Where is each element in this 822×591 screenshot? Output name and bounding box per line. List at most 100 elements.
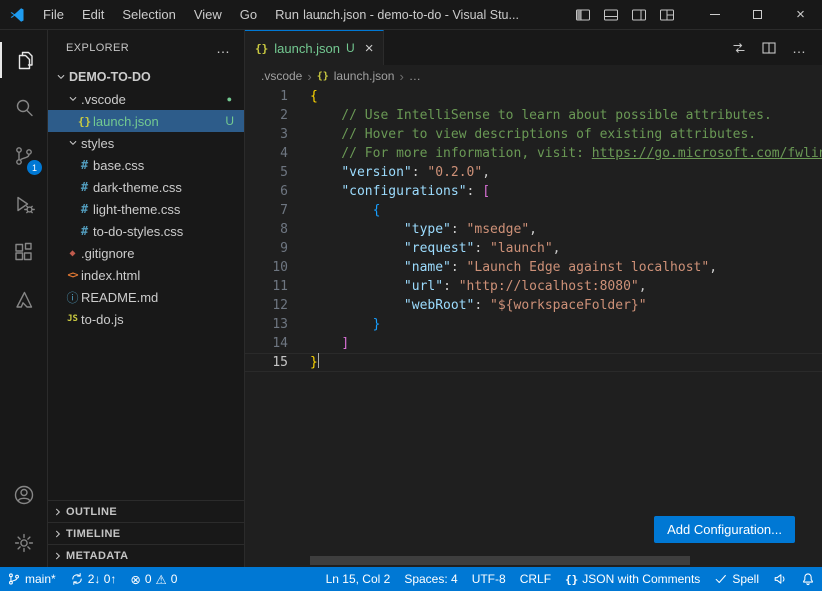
sidebar-panels: OUTLINETIMELINEMETADATA bbox=[48, 500, 244, 567]
activity-search[interactable] bbox=[0, 84, 47, 132]
tree-item-.vscode[interactable]: .vscode● bbox=[48, 88, 244, 110]
menu-view[interactable]: View bbox=[185, 0, 231, 29]
tree-item-label: to-do-styles.css bbox=[93, 224, 183, 239]
code-editor[interactable]: 1{2 // Use IntelliSense to learn about p… bbox=[245, 87, 822, 567]
cursor-position-status[interactable]: Ln 15, Col 2 bbox=[319, 567, 398, 591]
code-line-3[interactable]: 3 // Hover to view descriptions of exist… bbox=[245, 125, 822, 144]
close-button[interactable]: × bbox=[779, 0, 822, 29]
tree-item-readme.md[interactable]: ⓘREADME.md bbox=[48, 286, 244, 308]
add-configuration-button[interactable]: Add Configuration... bbox=[654, 516, 795, 543]
maximize-button[interactable] bbox=[736, 0, 779, 29]
line-number[interactable]: 2 bbox=[245, 106, 288, 125]
toggle-secondary-sidebar-icon[interactable] bbox=[627, 3, 651, 27]
code-line-4[interactable]: 4 // For more information, visit: https:… bbox=[245, 144, 822, 163]
tab-close-icon[interactable]: × bbox=[365, 40, 374, 57]
breadcrumb-more[interactable]: … bbox=[409, 69, 421, 83]
tree-item-to-do.js[interactable]: JSto-do.js bbox=[48, 308, 244, 330]
problems-status[interactable]: ⊗ 0 ⚠ 0 bbox=[123, 567, 184, 591]
minimize-button[interactable] bbox=[693, 0, 736, 29]
git-file-icon: ◆ bbox=[64, 248, 81, 259]
menu-edit[interactable]: Edit bbox=[73, 0, 113, 29]
line-number[interactable]: 5 bbox=[245, 163, 288, 182]
code-line-10[interactable]: 10 "name": "Launch Edge against localhos… bbox=[245, 258, 822, 277]
sync-status[interactable]: 2↓ 0↑ bbox=[63, 567, 124, 591]
activity-source-control[interactable]: 1 bbox=[0, 132, 47, 180]
tree-item-styles[interactable]: styles bbox=[48, 132, 244, 154]
tree-item-label: .vscode bbox=[81, 92, 126, 107]
code-line-8[interactable]: 8 "type": "msedge", bbox=[245, 220, 822, 239]
panel-timeline[interactable]: TIMELINE bbox=[48, 523, 244, 545]
line-number[interactable]: 4 bbox=[245, 144, 288, 163]
code-line-15[interactable]: 15} bbox=[245, 353, 822, 372]
menu-file[interactable]: File bbox=[34, 0, 73, 29]
tab-launch-json[interactable]: {} launch.json U × bbox=[245, 30, 384, 65]
activity-explorer[interactable] bbox=[0, 36, 47, 84]
line-number[interactable]: 8 bbox=[245, 220, 288, 239]
tab-bar: {} launch.json U × … bbox=[245, 30, 822, 65]
open-changes-icon[interactable] bbox=[728, 37, 750, 59]
line-number[interactable]: 3 bbox=[245, 125, 288, 144]
tree-item-dark-theme.css[interactable]: #dark-theme.css bbox=[48, 176, 244, 198]
code-line-6[interactable]: 6 "configurations": [ bbox=[245, 182, 822, 201]
line-number[interactable]: 1 bbox=[245, 87, 288, 106]
more-actions-icon[interactable]: … bbox=[216, 40, 230, 56]
notifications-status[interactable] bbox=[794, 567, 822, 591]
activity-azure[interactable] bbox=[0, 276, 47, 324]
menu-go[interactable]: Go bbox=[231, 0, 266, 29]
code-line-1[interactable]: 1{ bbox=[245, 87, 822, 106]
line-number[interactable]: 7 bbox=[245, 201, 288, 220]
activity-extensions[interactable] bbox=[0, 228, 47, 276]
activity-accounts[interactable] bbox=[0, 471, 47, 519]
tree-item-index.html[interactable]: <>index.html bbox=[48, 264, 244, 286]
menu-selection[interactable]: Selection bbox=[113, 0, 184, 29]
horizontal-scrollbar[interactable] bbox=[310, 556, 690, 565]
activity-settings[interactable] bbox=[0, 519, 47, 567]
tree-item-to-do-styles.css[interactable]: #to-do-styles.css bbox=[48, 220, 244, 242]
megaphone-icon bbox=[773, 572, 787, 586]
code-line-12[interactable]: 12 "webRoot": "${workspaceFolder}" bbox=[245, 296, 822, 315]
eol-status[interactable]: CRLF bbox=[513, 567, 558, 591]
breadcrumb-launch-json[interactable]: launch.json bbox=[334, 69, 395, 83]
spell-checker-status[interactable]: Spell bbox=[707, 567, 766, 591]
code-line-11[interactable]: 11 "url": "http://localhost:8080", bbox=[245, 277, 822, 296]
toggle-panel-icon[interactable] bbox=[599, 3, 623, 27]
vscode-logo-icon[interactable] bbox=[0, 6, 34, 24]
tree-item-base.css[interactable]: #base.css bbox=[48, 154, 244, 176]
activity-run-and-debug[interactable] bbox=[0, 180, 47, 228]
feedback-status[interactable] bbox=[766, 567, 794, 591]
code-line-14[interactable]: 14 ] bbox=[245, 334, 822, 353]
line-number[interactable]: 10 bbox=[245, 258, 288, 277]
panel-metadata[interactable]: METADATA bbox=[48, 545, 244, 567]
code-line-13[interactable]: 13 } bbox=[245, 315, 822, 334]
line-number[interactable]: 15 bbox=[245, 353, 288, 372]
status-bar: main* 2↓ 0↑ ⊗ 0 ⚠ 0 Ln 15, Col 2 Spaces:… bbox=[0, 567, 822, 591]
line-number[interactable]: 12 bbox=[245, 296, 288, 315]
split-editor-icon[interactable] bbox=[758, 37, 780, 59]
panel-outline[interactable]: OUTLINE bbox=[48, 501, 244, 523]
tree-item-launch.json[interactable]: {}launch.jsonU bbox=[48, 110, 244, 132]
code-line-5[interactable]: 5 "version": "0.2.0", bbox=[245, 163, 822, 182]
css-file-icon: # bbox=[76, 224, 93, 238]
line-number[interactable]: 6 bbox=[245, 182, 288, 201]
tree-item-demo-to-do[interactable]: DEMO-TO-DO bbox=[48, 66, 244, 88]
menu-run[interactable]: Run bbox=[266, 0, 308, 29]
maximize-icon bbox=[753, 10, 762, 19]
breadcrumb-vscode[interactable]: .vscode bbox=[261, 69, 302, 83]
code-lines: 1{2 // Use IntelliSense to learn about p… bbox=[245, 87, 822, 372]
line-number[interactable]: 13 bbox=[245, 315, 288, 334]
branch-status[interactable]: main* bbox=[0, 567, 63, 591]
indentation-status[interactable]: Spaces: 4 bbox=[397, 567, 464, 591]
code-line-7[interactable]: 7 { bbox=[245, 201, 822, 220]
line-number[interactable]: 9 bbox=[245, 239, 288, 258]
line-number[interactable]: 14 bbox=[245, 334, 288, 353]
tree-item-.gitignore[interactable]: ◆.gitignore bbox=[48, 242, 244, 264]
tree-item-light-theme.css[interactable]: #light-theme.css bbox=[48, 198, 244, 220]
language-mode-status[interactable]: {} JSON with Comments bbox=[558, 567, 707, 591]
line-number[interactable]: 11 bbox=[245, 277, 288, 296]
code-line-2[interactable]: 2 // Use IntelliSense to learn about pos… bbox=[245, 106, 822, 125]
encoding-status[interactable]: UTF-8 bbox=[465, 567, 513, 591]
code-line-9[interactable]: 9 "request": "launch", bbox=[245, 239, 822, 258]
more-actions-icon[interactable]: … bbox=[788, 37, 810, 59]
toggle-primary-sidebar-icon[interactable] bbox=[571, 3, 595, 27]
customize-layout-icon[interactable] bbox=[655, 3, 679, 27]
